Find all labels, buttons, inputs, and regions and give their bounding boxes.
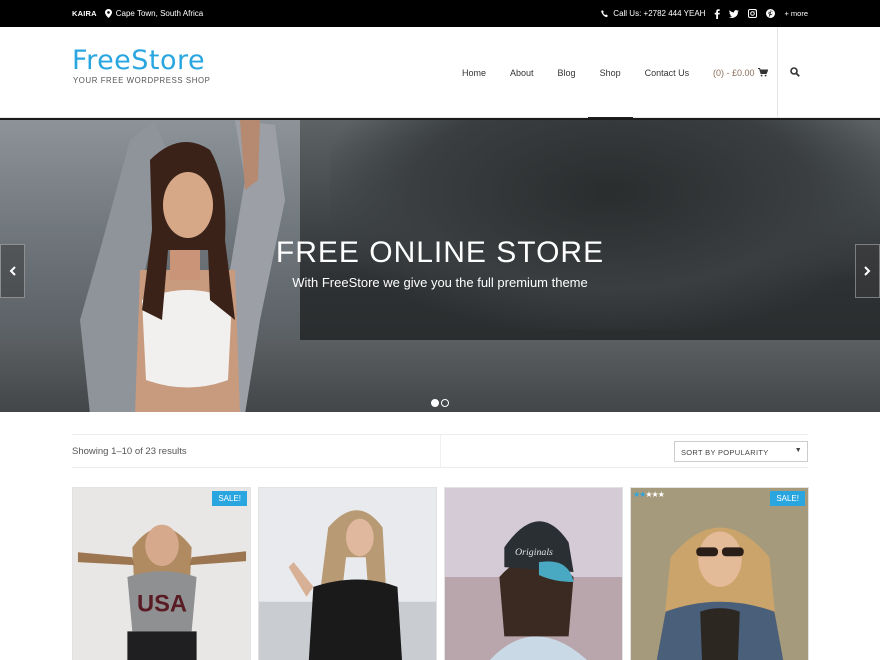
hero-trees [330,120,880,330]
location-text: Cape Town, South Africa [115,9,204,18]
svg-text:USA: USA [137,592,187,618]
phone-icon [601,9,609,17]
cart-icon [757,68,768,77]
site-header: FreeStore YOUR FREE WORDPRESS SHOP Home … [0,27,880,119]
slider-pagination [431,399,449,407]
shop-toolbar: Showing 1–10 of 23 results SORT BY POPUL… [72,434,808,468]
search-button[interactable] [788,65,802,79]
product-image [259,488,436,660]
product-card[interactable]: ★★★★★ SALE! [630,487,809,660]
nav-blog[interactable]: Blog [546,27,588,118]
logo-text: FreeStore [72,45,206,76]
logo-tagline: YOUR FREE WORDPRESS SHOP [73,76,211,85]
slider-prev-button[interactable] [0,244,25,298]
hero-slider: FREE ONLINE STORE With FreeStore we give… [0,118,880,412]
main-nav: Home About Blog Shop Contact Us [450,27,702,119]
sale-badge: SALE! [770,491,805,506]
product-card[interactable]: USA SALE! [72,487,251,660]
chevron-right-icon [864,266,871,276]
slider-next-button[interactable] [855,244,880,298]
phone[interactable]: Call Us: +2782 444 YEAH [601,9,705,18]
search-icon [790,67,800,77]
top-bar-brand[interactable]: KAIRA [72,9,97,18]
top-bar: KAIRA Cape Town, South Africa Call Us: +… [0,0,880,27]
product-image: USA [73,488,250,660]
slider-dot-2[interactable] [441,399,449,407]
svg-text:Originals: Originals [515,547,553,558]
result-count: Showing 1–10 of 23 results [72,446,187,457]
slider-dot-1[interactable] [431,399,439,407]
nav-contact-us[interactable]: Contact Us [633,27,702,118]
dropdown-caret-icon: ▼ [794,447,802,454]
sort-value: SORT BY POPULARITY [681,448,769,457]
location: Cape Town, South Africa [104,9,204,18]
instagram-icon[interactable] [748,9,758,18]
facebook-icon[interactable] [714,8,721,19]
cart-link[interactable]: (0) - £0.00 [713,27,768,118]
nav-home[interactable]: Home [450,27,498,118]
map-pin-icon [104,9,112,18]
product-image: Originals [445,488,622,660]
header-divider [777,27,778,118]
chevron-left-icon [9,266,16,276]
pinterest-icon[interactable] [766,9,776,18]
nav-shop[interactable]: Shop [587,27,633,119]
nav-about[interactable]: About [498,27,546,118]
sort-select[interactable]: SORT BY POPULARITY ▼ [674,441,808,462]
product-image [631,488,808,660]
product-grid: USA SALE! Originals ★★★★★ SALE! [72,487,809,660]
product-rating: ★★★★★ [633,490,665,499]
product-card[interactable]: Originals [444,487,623,660]
hero-subtitle: With FreeStore we give you the full prem… [292,275,588,290]
twitter-icon[interactable] [729,9,740,18]
cart-total: (0) - £0.00 [713,67,755,78]
more-link[interactable]: + more [784,9,808,18]
toolbar-divider [440,435,441,467]
site-logo[interactable]: FreeStore YOUR FREE WORDPRESS SHOP [72,45,210,85]
product-card[interactable] [258,487,437,660]
hero-title: FREE ONLINE STORE [275,236,605,269]
sale-badge: SALE! [212,491,247,506]
phone-text: Call Us: +2782 444 YEAH [613,9,706,18]
